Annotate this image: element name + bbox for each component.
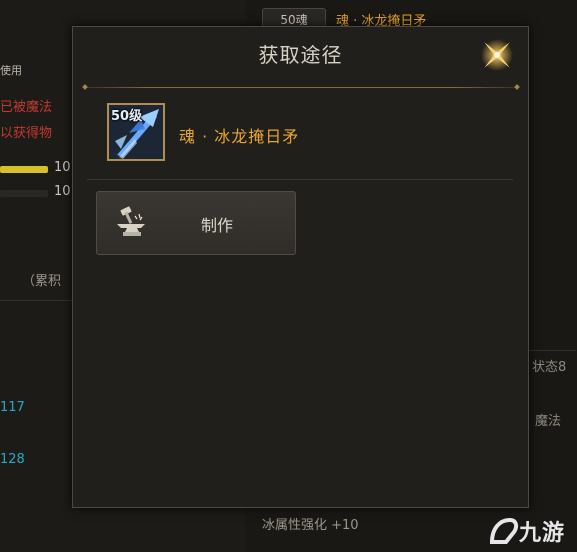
left-warning-line2: 以获得物 bbox=[0, 126, 53, 141]
craft-label: 制作 bbox=[201, 216, 234, 235]
close-icon[interactable] bbox=[477, 35, 517, 75]
left-bar-2 bbox=[0, 190, 48, 197]
title-divider bbox=[85, 87, 517, 88]
left-stat-2: 128 bbox=[0, 452, 25, 467]
watermark-text: 九游 bbox=[519, 521, 566, 546]
right-side-text-1: 状态8 bbox=[532, 360, 567, 375]
acquisition-dialog: 获取途径 50级 魂 · 冰龙掩日矛 制作 bbox=[72, 26, 529, 508]
left-stat-1: 117 bbox=[0, 400, 25, 415]
dialog-title: 获取途径 bbox=[258, 43, 343, 67]
row-divider bbox=[87, 179, 513, 180]
bg-bottom-stat: 冰属性强化 +10 bbox=[262, 518, 359, 533]
item-name: 魂 · 冰龙掩日矛 bbox=[179, 127, 300, 146]
anvil-hammer-icon bbox=[115, 206, 149, 240]
craft-source-button[interactable]: 制作 bbox=[96, 191, 296, 255]
left-label-top: 使用 bbox=[0, 64, 22, 77]
left-warning-line1: 已被魔法 bbox=[0, 100, 53, 115]
ice-spear-icon[interactable]: 50级 bbox=[107, 103, 165, 161]
item-level-label: 50级 bbox=[111, 109, 143, 124]
left-divider bbox=[0, 300, 72, 301]
item-row: 50级 魂 · 冰龙掩日矛 bbox=[107, 103, 507, 163]
left-bar2-value: 10 bbox=[54, 184, 71, 199]
left-hint: （累积 bbox=[22, 274, 62, 289]
left-bar1-value: 10 bbox=[54, 160, 71, 175]
left-bar-1 bbox=[0, 166, 48, 173]
